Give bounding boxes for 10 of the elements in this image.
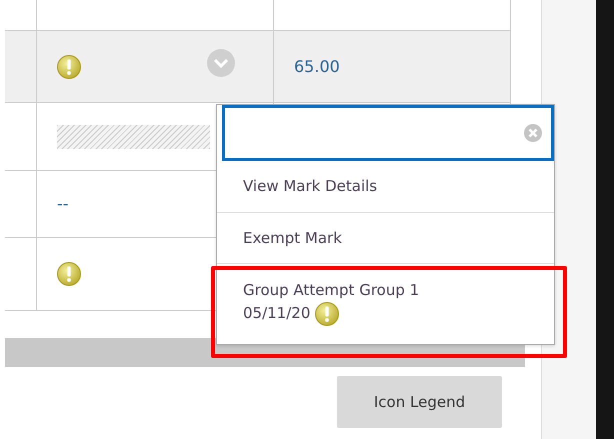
- alert-icon: [315, 302, 340, 326]
- alert-icon: [57, 54, 81, 78]
- menu-item[interactable]: Group Attempt Group 1 05/11/20: [217, 264, 554, 344]
- menu-item[interactable]: Exempt Mark: [217, 212, 554, 264]
- alert-icon: [57, 262, 81, 286]
- icon-legend-button[interactable]: Icon Legend: [337, 376, 502, 428]
- search-field[interactable]: [222, 105, 554, 161]
- grade-link[interactable]: --: [57, 192, 69, 216]
- grade-link[interactable]: 65.00: [294, 54, 340, 78]
- menu-item[interactable]: View Mark Details: [217, 161, 554, 212]
